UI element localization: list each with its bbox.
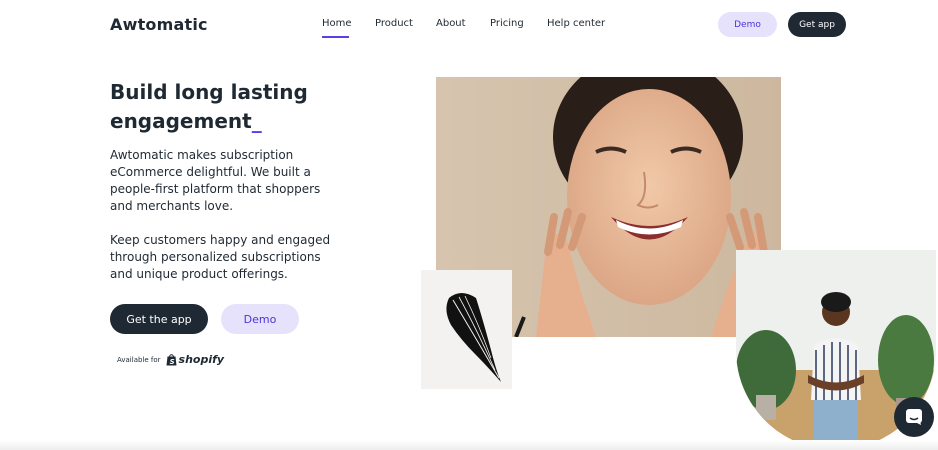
nav-help-center[interactable]: Help center	[547, 18, 605, 29]
header-get-app-button[interactable]: Get app	[788, 12, 846, 37]
logo[interactable]: Awtomatic	[110, 15, 208, 34]
page-bottom-edge	[0, 440, 938, 450]
header-demo-button[interactable]: Demo	[718, 12, 777, 37]
hero-paragraph-1: Awtomatic makes subscription eCommerce d…	[110, 148, 321, 213]
hero-headline: Build long lasting engagement_	[110, 78, 350, 136]
shopify-bag-icon: S	[166, 354, 177, 366]
nav-pricing[interactable]: Pricing	[490, 18, 524, 29]
shopify-label: shopify	[178, 353, 225, 366]
nav-about[interactable]: About	[436, 18, 466, 29]
brush-stroke-image	[421, 270, 512, 389]
shopify-logo: S shopify	[166, 353, 225, 366]
chat-icon	[906, 409, 922, 425]
hero-get-app-button[interactable]: Get the app	[110, 304, 208, 334]
chat-launcher-button[interactable]	[894, 397, 934, 437]
nav-active-indicator	[322, 36, 349, 38]
available-for-label: Available for	[117, 355, 161, 364]
svg-text:S: S	[169, 358, 174, 366]
nav-product[interactable]: Product	[375, 18, 413, 29]
headline-cursor: _	[251, 109, 262, 133]
hero-paragraph-2: Keep customers happy and engaged through…	[110, 233, 331, 281]
headline-line2: engagement	[110, 109, 252, 133]
headline-line1: Build long lasting	[110, 80, 308, 104]
available-for-shopify[interactable]: Available for S shopify	[117, 353, 224, 366]
nav-home[interactable]: Home	[322, 18, 352, 29]
hero-demo-button[interactable]: Demo	[221, 304, 299, 334]
